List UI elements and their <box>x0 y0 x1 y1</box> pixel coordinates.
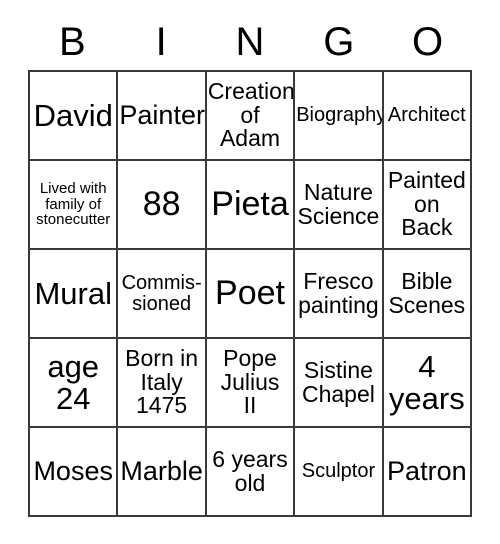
bingo-cell-label: Moses <box>33 455 113 486</box>
bingo-cell-4-3[interactable]: Sculptor <box>295 428 384 517</box>
bingo-cell-label: David <box>33 97 113 133</box>
bingo-cell-3-1[interactable]: Born in Italy 1475 <box>118 339 207 428</box>
bingo-cell-label: age 24 <box>47 348 100 416</box>
bingo-header-letter-n: N <box>235 20 265 64</box>
bingo-cell-label: Marble <box>120 455 203 486</box>
bingo-cell-3-3[interactable]: Sistine Chapel <box>295 339 384 428</box>
bingo-cell-label: Nature Science <box>297 178 380 229</box>
bingo-cell-label: Commis- sioned <box>121 271 202 315</box>
bingo-cell-label: Bible Scenes <box>388 267 466 318</box>
bingo-cell-label: Pieta <box>211 184 289 223</box>
bingo-cell-label: Fresco painting <box>298 267 379 318</box>
bingo-cell-label: Pope Julius II <box>220 344 280 419</box>
bingo-cell-label: 88 <box>142 184 181 223</box>
bingo-header-letter-o: O <box>412 20 444 64</box>
bingo-cell-2-3[interactable]: Fresco painting <box>295 250 384 339</box>
bingo-cell-3-4[interactable]: 4 years <box>383 339 473 428</box>
bingo-cell-0-3[interactable]: Biography <box>295 72 384 161</box>
bingo-header-letter-g: G <box>323 20 355 64</box>
bingo-cell-label: Painted on Back <box>387 166 466 241</box>
bingo-row: age 24 Born in Italy 1475 Pope Julius II Si… <box>30 339 473 428</box>
bingo-cell-1-3[interactable]: Nature Science <box>295 161 384 250</box>
bingo-cell-0-0[interactable]: David <box>30 72 119 161</box>
bingo-cell-label: Architect <box>387 104 466 127</box>
bingo-row: Lived with family of stonecutter 88 Pieta N… <box>30 161 473 250</box>
bingo-cell-label: Sculptor <box>301 460 376 483</box>
bingo-row: Mural Commis- sioned Poet Fresco painting Bi… <box>30 250 473 339</box>
bingo-cell-1-2[interactable]: Pieta <box>206 161 296 250</box>
bingo-cell-label: Born in Italy 1475 <box>125 344 199 419</box>
bingo-cell-label: Creation of Adam <box>207 77 295 152</box>
bingo-cell-0-4[interactable]: Architect <box>383 72 473 161</box>
bingo-cell-label: Painter <box>119 99 205 130</box>
bingo-cell-4-4[interactable]: Patron <box>383 428 473 517</box>
bingo-grid: David Painter Creation of Adam Biography Arc… <box>28 70 473 517</box>
bingo-cell-3-2[interactable]: Pope Julius II <box>206 339 296 428</box>
bingo-cell-2-0[interactable]: Mural <box>30 250 119 339</box>
bingo-row: Moses Marble 6 years old Sculptor Patron <box>30 428 473 517</box>
bingo-cell-3-0[interactable]: age 24 <box>30 339 119 428</box>
bingo-cell-4-0[interactable]: Moses <box>30 428 119 517</box>
bingo-cell-label: Poet <box>215 273 285 312</box>
bingo-cell-label: Mural <box>34 275 112 311</box>
bingo-cell-2-2[interactable]: Poet <box>206 250 296 339</box>
bingo-cell-label: Biography <box>296 104 384 127</box>
bingo-cell-2-1[interactable]: Commis- sioned <box>118 250 207 339</box>
bingo-cell-0-1[interactable]: Painter <box>118 72 207 161</box>
bingo-cell-1-0[interactable]: Lived with family of stonecutter <box>30 161 119 250</box>
bingo-header: BINGO <box>28 14 472 70</box>
bingo-cell-label: Lived with family of stonecutter <box>36 180 111 229</box>
bingo-cell-4-1[interactable]: Marble <box>118 428 207 517</box>
bingo-row: David Painter Creation of Adam Biography Arc… <box>30 72 473 161</box>
bingo-cell-label: 6 years old <box>212 445 288 496</box>
bingo-cell-1-4[interactable]: Painted on Back <box>383 161 473 250</box>
bingo-cell-0-2[interactable]: Creation of Adam <box>206 72 296 161</box>
bingo-card: B I N G O David Painter Creation of Adam Biogra… <box>28 14 473 517</box>
bingo-cell-label: Patron <box>387 455 467 486</box>
bingo-cell-2-4[interactable]: Bible Scenes <box>383 250 473 339</box>
bingo-cell-label: 4 years <box>388 348 465 416</box>
bingo-cell-4-2[interactable]: 6 years old <box>206 428 296 517</box>
bingo-cell-label: Sistine Chapel <box>301 356 375 407</box>
bingo-cell-1-1[interactable]: 88 <box>118 161 207 250</box>
bingo-header-letter-b: B <box>59 20 86 64</box>
bingo-header-letter-i: I <box>155 20 167 64</box>
